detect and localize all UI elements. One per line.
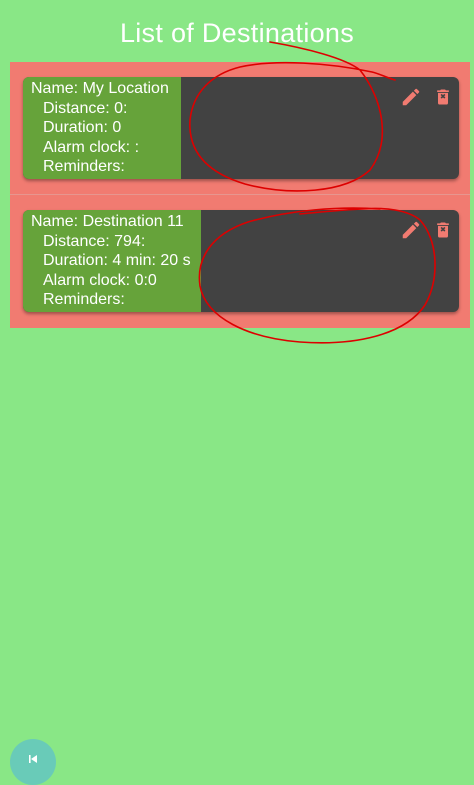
page-title: List of Destinations: [119, 18, 355, 48]
back-button[interactable]: [10, 739, 56, 785]
destination-card[interactable]: Name: My Location Distance: 0: Duration:…: [23, 77, 459, 179]
destination-duration: Duration: 4 min: 20 s: [43, 252, 191, 270]
edit-button[interactable]: [399, 85, 423, 109]
destination-reminders: Reminders:: [43, 158, 125, 176]
destination-name: Name: My Location: [31, 80, 169, 97]
delete-button[interactable]: [431, 218, 455, 242]
delete-button[interactable]: [431, 85, 455, 109]
trash-icon: [437, 222, 449, 238]
destination-info: Name: Destination 11 Distance: 794: Dura…: [23, 210, 201, 312]
card-actions: [399, 218, 455, 242]
destination-list: Name: My Location Distance: 0: Duration:…: [10, 62, 470, 328]
pencil-icon: [402, 221, 420, 239]
trash-icon: [437, 89, 449, 105]
destination-duration: Duration: 0: [43, 119, 122, 137]
destination-distance: Distance: 794:: [43, 232, 146, 250]
destination-name: Name: Destination 11: [31, 213, 184, 230]
destination-distance: Distance: 0:: [43, 99, 128, 117]
destination-alarm: Alarm clock: 0:0: [43, 271, 157, 289]
back-icon: [29, 755, 37, 763]
list-item[interactable]: Name: My Location Distance: 0: Duration:…: [10, 62, 470, 194]
pencil-icon: [402, 88, 420, 106]
destination-reminders: Reminders:: [43, 291, 125, 309]
card-actions: [399, 85, 455, 109]
edit-button[interactable]: [399, 218, 423, 242]
destination-card[interactable]: Name: Destination 11 Distance: 794: Dura…: [23, 210, 459, 312]
destination-info: Name: My Location Distance: 0: Duration:…: [23, 77, 181, 179]
list-item[interactable]: Name: Destination 11 Distance: 794: Dura…: [10, 194, 470, 328]
destination-alarm: Alarm clock: :: [43, 138, 140, 156]
